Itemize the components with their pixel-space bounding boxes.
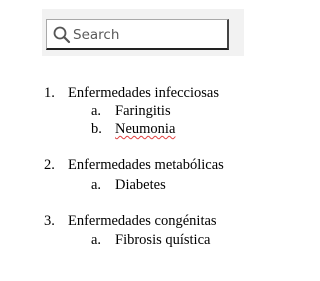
- list-item-title: Enfermedades infecciosas: [68, 85, 219, 101]
- sublist-item-letter: a.: [91, 103, 102, 119]
- sublist-item-letter: a.: [91, 232, 102, 248]
- sublist-item-text: Neumonia: [115, 121, 176, 137]
- sublist-item-text: Fibrosis quística: [115, 232, 211, 248]
- list-item-title: Enfermedades congénitas: [68, 213, 217, 229]
- sublist-item-text: Faringitis: [115, 103, 171, 119]
- sublist-item-text: Diabetes: [115, 177, 166, 193]
- sublist-item-letter: a.: [91, 177, 102, 193]
- list-item-number: 3.: [44, 213, 55, 229]
- list-item-number: 2.: [44, 157, 55, 173]
- list-item-title: Enfermedades metabólicas: [68, 157, 224, 173]
- page: 1. Enfermedades infecciosas a. Faringiti…: [0, 0, 282, 281]
- list-item-number: 1.: [44, 85, 55, 101]
- document-body: 1. Enfermedades infecciosas a. Faringiti…: [0, 0, 282, 281]
- sublist-item-letter: b.: [91, 121, 102, 137]
